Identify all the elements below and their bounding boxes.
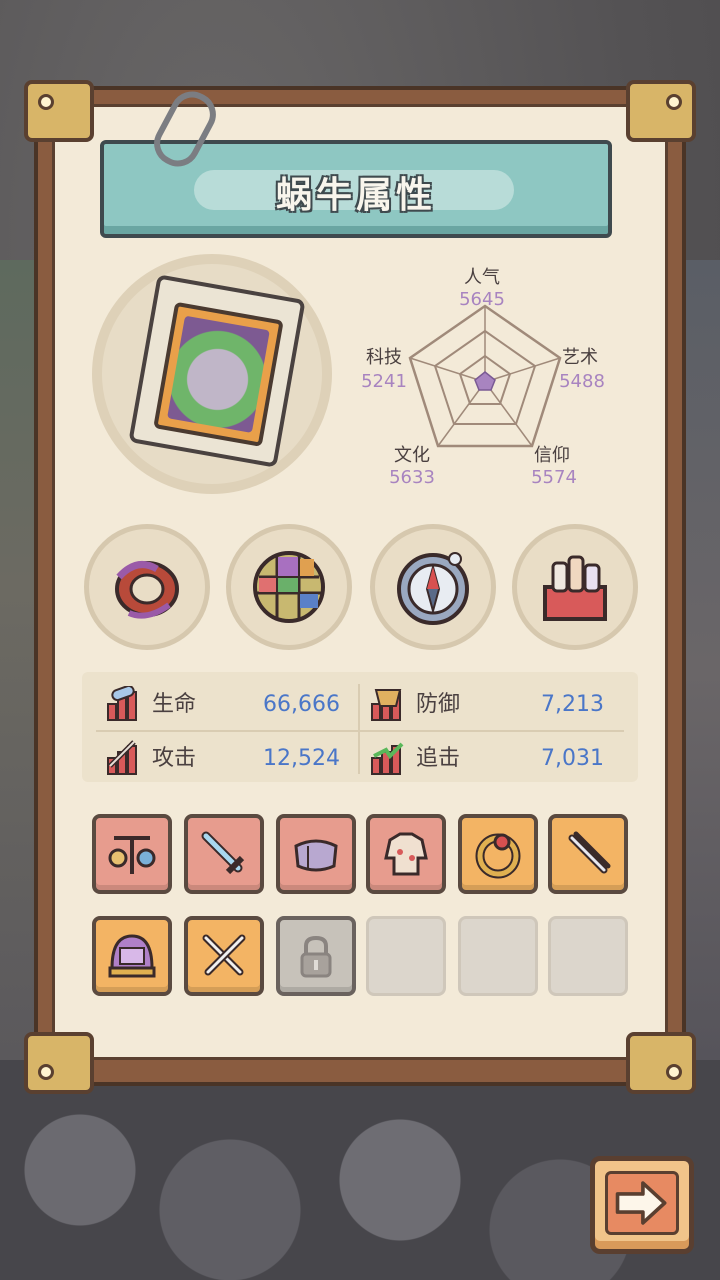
ring-icon: [475, 833, 521, 879]
next-button-face: [605, 1171, 679, 1235]
equip-slot-1[interactable]: [92, 814, 172, 894]
corner-bracket-icon: [24, 80, 94, 142]
equip-slot-7[interactable]: [92, 916, 172, 996]
medusa-portrait-icon: [167, 315, 270, 433]
radar-value-art: 5488: [559, 371, 605, 392]
hp-value: 66,666: [263, 692, 340, 717]
radar-label-culture: 文化: [394, 445, 430, 466]
compass-icon: [397, 552, 469, 625]
stats-divider: [358, 684, 360, 774]
bracer-icon: [294, 839, 338, 872]
sword-icon: [201, 831, 245, 875]
equip-slot-5[interactable]: [458, 814, 538, 894]
attack-value: 12,524: [263, 746, 340, 771]
equip-slot-empty: [366, 916, 446, 996]
crossed-swords-icon: [202, 934, 246, 976]
equip-slot-locked: [276, 916, 356, 996]
page-title: 蜗牛属性: [275, 175, 436, 216]
skill-slot-4[interactable]: [512, 524, 638, 650]
defense-value: 7,213: [541, 692, 604, 717]
attack-label: 攻击: [152, 746, 197, 771]
attack-icon: [107, 740, 137, 775]
arrow-right-icon: [615, 1181, 667, 1225]
radar-label-art: 艺术: [562, 347, 598, 368]
skill-slot-3[interactable]: [370, 524, 496, 650]
skill-slot-2[interactable]: [226, 524, 352, 650]
radar-value-shape: [474, 371, 496, 391]
radar-value-tech: 5241: [361, 371, 407, 392]
portrait-frame: [153, 301, 284, 447]
defense-icon: [371, 689, 402, 721]
equip-slot-4[interactable]: [366, 814, 446, 894]
corner-bracket-icon: [24, 1032, 94, 1094]
snail-portrait[interactable]: [128, 274, 306, 468]
rainbow-ball-icon: [253, 551, 325, 623]
corner-bracket-icon: [626, 80, 696, 142]
radar-value-faith: 5574: [531, 467, 577, 488]
corner-bracket-icon: [626, 1032, 696, 1094]
equip-slot-empty: [548, 916, 628, 996]
equip-slot-6[interactable]: [548, 814, 628, 894]
potion-crate-icon: [543, 555, 607, 621]
defense-label: 防御: [416, 692, 461, 717]
hp-label: 生命: [152, 692, 197, 717]
radar-label-faith: 信仰: [534, 445, 570, 466]
pursuit-label: 追击: [416, 746, 461, 771]
lock-icon: [300, 935, 332, 978]
radar-value-culture: 5633: [389, 467, 435, 488]
radar-value-popularity: 5645: [459, 289, 505, 310]
stats-divider: [96, 730, 624, 732]
pursuit-value: 7,031: [541, 746, 604, 771]
equip-slot-empty: [458, 916, 538, 996]
pursuit-icon: [371, 742, 404, 775]
radar-label-popularity: 人气: [464, 267, 500, 288]
hp-icon: [107, 686, 137, 721]
helmet-icon: [108, 934, 156, 978]
next-button[interactable]: [590, 1156, 694, 1254]
equip-slot-8[interactable]: [184, 916, 264, 996]
armor-icon: [384, 832, 428, 876]
skill-slot-1[interactable]: [84, 524, 210, 650]
equip-slot-3[interactable]: [276, 814, 356, 894]
equip-slot-2[interactable]: [184, 814, 264, 894]
radar-label-tech: 科技: [366, 347, 402, 368]
dual-daggers-icon: [568, 831, 611, 874]
tentacle-cage-icon: [115, 561, 179, 619]
scale-weapon-icon: [108, 836, 156, 874]
